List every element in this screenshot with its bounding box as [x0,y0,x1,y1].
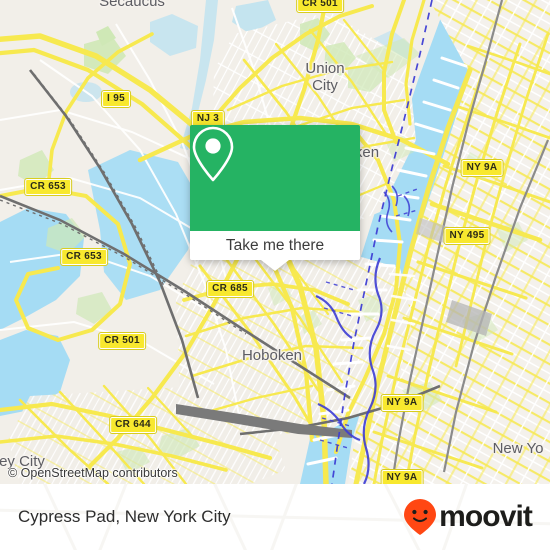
route-shield-cr-653-north[interactable]: CR 653 [24,178,72,196]
route-shield-ny-9a-mid[interactable]: NY 9A [380,394,424,412]
map-screenshot: Secaucus Union City Hoboken ken ey City … [0,0,550,550]
place-label-union-city: Union City [305,60,345,94]
route-shield-ny-495[interactable]: NY 495 [443,227,491,245]
popup-pointer-tail [261,260,289,271]
map-canvas[interactable]: Secaucus Union City Hoboken ken ey City … [0,0,550,484]
route-shield-ny-9a-north[interactable]: NY 9A [460,159,504,177]
route-shield-ny-9a-south[interactable]: NY 9A [380,469,424,484]
place-label-new-york-partial: New Yo [492,440,544,457]
moovit-smiley-pin-icon [404,499,437,535]
place-label-secaucus: Secaucus [99,0,165,10]
route-shield-cr-644[interactable]: CR 644 [109,416,157,434]
take-me-there-button[interactable]: Take me there [190,231,360,260]
moovit-wordmark: moovit [439,500,533,533]
route-shield-cr-501-north[interactable]: CR 501 [296,0,344,13]
place-label-hoboken: Hoboken [241,347,303,364]
popup-header [190,125,360,231]
take-me-there-label: Take me there [225,236,325,254]
bottom-info-bar: Cypress Pad, New York City moovit [0,484,550,550]
route-shield-cr-501-south[interactable]: CR 501 [98,332,146,350]
route-shield-i-95[interactable]: I 95 [101,90,131,108]
moovit-logo[interactable]: moovit [403,498,533,536]
location-title: Cypress Pad, New York City [18,507,231,526]
map-pin-icon [192,126,234,182]
osm-attribution[interactable]: © OpenStreetMap contributors [8,466,178,480]
route-shield-cr-653-south[interactable]: CR 653 [60,248,108,266]
take-me-there-popup[interactable]: Take me there [190,125,360,271]
route-shield-cr-685[interactable]: CR 685 [206,280,254,298]
